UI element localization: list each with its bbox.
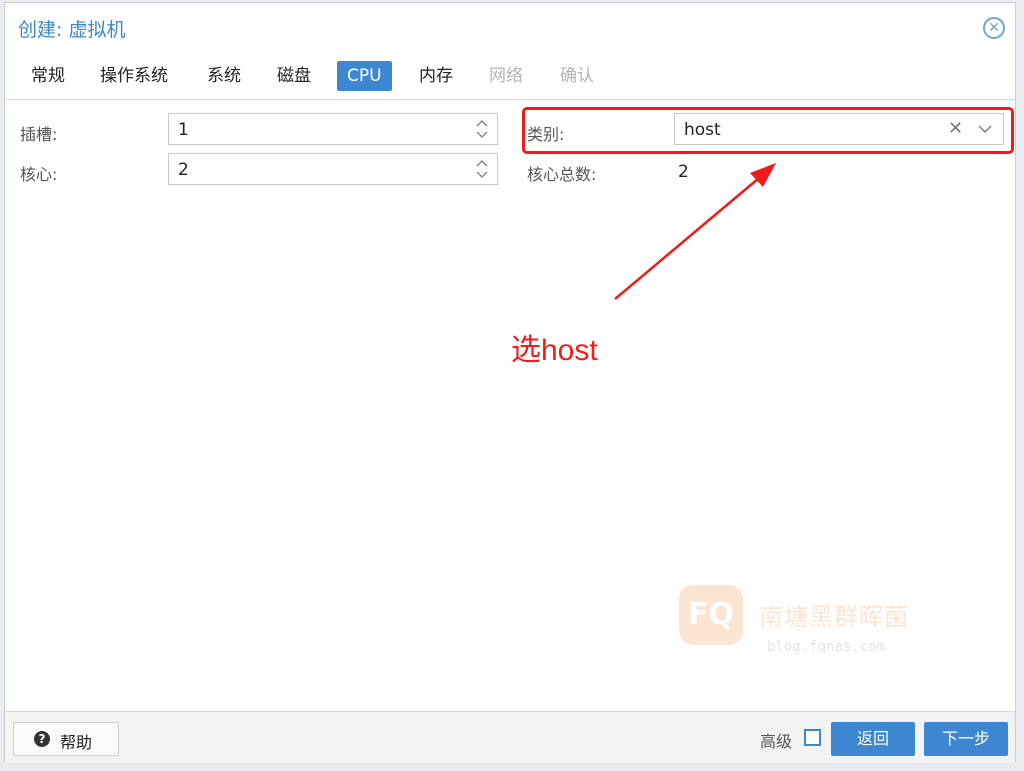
help-label: 帮助 <box>60 733 93 752</box>
annotation-text: 选host <box>511 334 598 367</box>
dialog-footer: ? 帮助 高级 返回 下一步 <box>5 711 1015 763</box>
help-button[interactable]: ? 帮助 <box>13 722 119 756</box>
create-vm-dialog: 创建: 虚拟机 ✕ 常规 操作系统 系统 磁盘 CPU 内存 网络 确认 插槽:… <box>4 2 1016 763</box>
back-button[interactable]: 返回 <box>831 722 915 756</box>
watermark-logo: FQ <box>679 585 743 645</box>
advanced-checkbox[interactable] <box>804 729 821 746</box>
watermark-url: blog.fqnas.com <box>767 639 886 655</box>
advanced-label: 高级 <box>760 732 793 751</box>
next-button[interactable]: 下一步 <box>924 722 1008 756</box>
help-icon: ? <box>34 731 50 747</box>
watermark: FQ 南塘黑群晖菌 blog.fqnas.com <box>679 583 939 663</box>
watermark-name: 南塘黑群晖菌 <box>759 603 909 631</box>
